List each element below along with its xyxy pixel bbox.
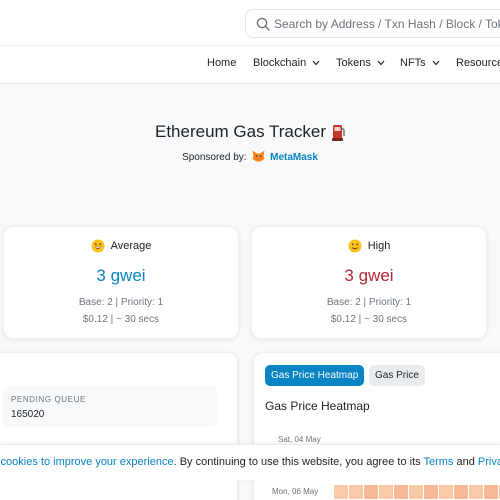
average-gas-value: 3 gwei bbox=[96, 266, 146, 285]
nav-nfts[interactable]: NFTs bbox=[400, 57, 440, 69]
high-cost: $0.12 | ~ 30 secs bbox=[330, 314, 408, 325]
top-header bbox=[0, 0, 500, 46]
fuel-pump-icon bbox=[332, 124, 345, 141]
page-title-text: Ethereum Gas Tracker bbox=[154, 122, 326, 141]
nav-tokens-label: Tokens bbox=[336, 57, 371, 69]
pending-queue-value: 165020 bbox=[11, 409, 45, 420]
high-gas-value: 3 gwei bbox=[344, 266, 394, 285]
high-gas-card: High 3 gwei Base: 2 | Priority: 1 $0.12 … bbox=[251, 226, 487, 339]
average-label-row: Average bbox=[4, 239, 238, 253]
average-base-priority: Base: 2 | Priority: 1 bbox=[78, 297, 164, 308]
search-input[interactable] bbox=[274, 14, 500, 34]
chevron-down-icon bbox=[377, 60, 385, 66]
heatmap-row-label: Mon, 06 May bbox=[272, 487, 319, 496]
heatmap-cells bbox=[334, 485, 500, 499]
high-base-priority: Base: 2 | Priority: 1 bbox=[326, 297, 412, 308]
chevron-down-icon bbox=[312, 60, 320, 66]
cookie-text-middle: . By continuing to use this website, you… bbox=[173, 456, 424, 468]
nav-nfts-label: NFTs bbox=[400, 57, 426, 69]
average-label: Average bbox=[110, 240, 152, 252]
nav-resources[interactable]: Resources bbox=[456, 57, 500, 69]
search-box[interactable] bbox=[245, 9, 500, 38]
nav-blockchain[interactable]: Blockchain bbox=[253, 57, 320, 69]
terms-link[interactable]: Terms bbox=[423, 456, 453, 468]
nav-resources-label: Resources bbox=[456, 57, 500, 69]
pending-queue-box: PENDING QUEUE 165020 bbox=[3, 385, 217, 427]
nav-home[interactable]: Home bbox=[207, 57, 236, 69]
chevron-down-icon bbox=[432, 60, 440, 66]
tab-gas-price[interactable]: Gas Price bbox=[369, 365, 425, 386]
average-cost: $0.12 | ~ 30 secs bbox=[82, 314, 160, 325]
cookie-text: s cookies to improve your experience. By… bbox=[0, 456, 500, 468]
nav-home-label: Home bbox=[207, 57, 237, 69]
main-nav: Home Blockchain Tokens NFTs Resources bbox=[0, 46, 500, 84]
heatmap-row-label: Sat, 04 May bbox=[278, 435, 321, 444]
average-gas-card: Average 3 gwei Base: 2 | Priority: 1 $0.… bbox=[3, 226, 239, 339]
metamask-link[interactable]: MetaMask bbox=[270, 152, 318, 163]
pending-queue-label: PENDING QUEUE bbox=[11, 395, 86, 404]
sponsor-prefix: Sponsored by: bbox=[182, 152, 247, 163]
high-label: High bbox=[367, 240, 391, 252]
metamask-fox-icon bbox=[252, 150, 265, 162]
search-icon bbox=[256, 17, 270, 31]
nav-tokens[interactable]: Tokens bbox=[336, 57, 385, 69]
heatmap-title: Gas Price Heatmap bbox=[265, 399, 370, 413]
tab-gas-price-heatmap[interactable]: Gas Price Heatmap bbox=[265, 365, 365, 386]
privacy-policy-link[interactable]: Privacy Policy bbox=[478, 456, 500, 468]
slight-smile-face-icon bbox=[348, 239, 362, 253]
high-label-row: High bbox=[252, 239, 486, 253]
cookie-improve-link[interactable]: s cookies to improve your experience bbox=[0, 456, 174, 468]
grinning-face-icon bbox=[91, 239, 105, 253]
page-title: Ethereum Gas Tracker bbox=[0, 122, 500, 142]
sponsor-line: Sponsored by: MetaMask bbox=[0, 150, 500, 163]
nav-blockchain-label: Blockchain bbox=[253, 57, 307, 69]
cookie-banner: s cookies to improve your experience. By… bbox=[0, 444, 500, 480]
cookie-and: and bbox=[453, 456, 478, 468]
